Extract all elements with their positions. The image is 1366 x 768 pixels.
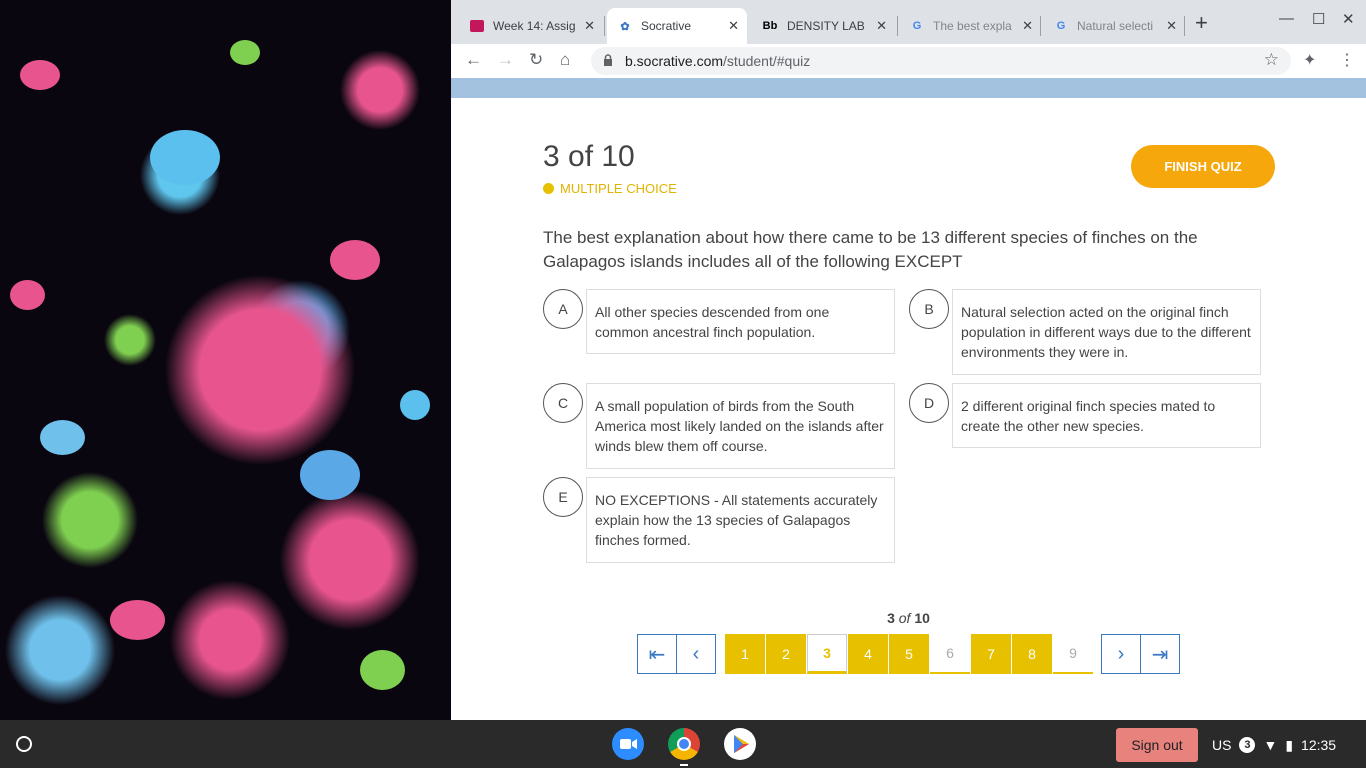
google-icon: G: [1056, 20, 1066, 32]
tab-natural-selection[interactable]: G Natural selecti ✕: [1043, 8, 1185, 44]
home-icon[interactable]: ⌂: [560, 50, 570, 70]
sign-out-button[interactable]: Sign out: [1116, 728, 1198, 762]
extensions-icon[interactable]: ✦: [1303, 50, 1316, 70]
chrome-app-icon[interactable]: [668, 728, 700, 760]
wifi-icon: ▼: [1263, 737, 1278, 753]
blackboard-icon: Bb: [762, 20, 778, 32]
tab-title: Socrative: [641, 19, 692, 33]
answer-text[interactable]: NO EXCEPTIONS - All statements accuratel…: [586, 477, 895, 563]
answer-text[interactable]: All other species descended from one com…: [586, 289, 895, 354]
pager-of: of: [898, 610, 911, 626]
pager-current: 3: [887, 610, 895, 626]
question-type: MULTIPLE CHOICE: [543, 181, 677, 196]
question-type-label: MULTIPLE CHOICE: [560, 181, 677, 196]
question-count: 3 of 10: [543, 140, 635, 173]
close-tab-icon[interactable]: ✕: [728, 18, 739, 34]
zoom-app-icon[interactable]: [612, 728, 644, 760]
answer-letter[interactable]: C: [543, 383, 583, 423]
battery-icon: ▮: [1285, 736, 1294, 753]
answer-letter[interactable]: E: [543, 477, 583, 517]
question-type-dot-icon: [543, 183, 554, 194]
desktop-wallpaper: [0, 0, 451, 720]
page-4-button[interactable]: 4: [848, 634, 888, 674]
address-bar[interactable]: b.socrative.com/student/#quiz ☆: [591, 47, 1291, 75]
tab-best-explanation[interactable]: G The best expla ✕: [899, 8, 1041, 44]
tab-socrative[interactable]: ✿ Socrative ✕: [607, 8, 747, 44]
close-tab-icon[interactable]: ✕: [1022, 18, 1033, 34]
play-store-icon[interactable]: [724, 728, 756, 760]
bookmark-star-icon[interactable]: ☆: [1264, 50, 1279, 70]
page-5-button[interactable]: 5: [889, 634, 929, 674]
close-tab-icon[interactable]: ✕: [876, 18, 887, 34]
lock-icon: [604, 54, 612, 66]
page-1-button[interactable]: 1: [725, 634, 765, 674]
launcher-icon[interactable]: [16, 736, 32, 752]
minimize-icon[interactable]: —: [1279, 10, 1294, 27]
keyboard-locale: US: [1212, 737, 1232, 753]
tab-title: DENSITY LAB: [787, 19, 865, 33]
page-7-button[interactable]: 7: [971, 634, 1011, 674]
tab-week14[interactable]: Week 14: Assig ✕: [459, 8, 603, 44]
previous-page-icon[interactable]: ‹: [676, 634, 716, 674]
google-icon: G: [912, 20, 922, 32]
tab-divider: [897, 16, 898, 36]
pager-total: 10: [914, 610, 930, 626]
next-page-icon[interactable]: ›: [1101, 634, 1141, 674]
first-page-icon[interactable]: ⇤: [637, 634, 677, 674]
tab-title: The best expla: [933, 19, 1012, 33]
menu-dots-icon[interactable]: ⋮: [1339, 50, 1355, 70]
taskbar-shelf: Sign out US 3 ▼ ▮ 12:35: [0, 720, 1366, 768]
page-3-button[interactable]: 3: [807, 634, 847, 674]
tab-title: Week 14: Assig: [493, 19, 576, 33]
tab-strip: Week 14: Assig ✕ ✿ Socrative ✕ Bb DENSIT…: [451, 0, 1366, 44]
forward-arrow-icon[interactable]: →: [497, 50, 514, 70]
close-window-icon[interactable]: ✕: [1342, 10, 1355, 28]
back-arrow-icon[interactable]: ←: [465, 50, 482, 70]
reload-icon[interactable]: ↻: [529, 50, 543, 70]
close-tab-icon[interactable]: ✕: [584, 18, 595, 34]
tab-density-lab[interactable]: Bb DENSITY LAB ✕: [751, 8, 895, 44]
system-tray[interactable]: US 3 ▼ ▮ 12:35: [1212, 728, 1336, 762]
classroom-icon: [469, 18, 485, 34]
answer-letter[interactable]: D: [909, 383, 949, 423]
answer-text[interactable]: A small population of birds from the Sou…: [586, 383, 895, 469]
browser-toolbar: ← → ↻ ⌂ b.socrative.com/student/#quiz ☆ …: [451, 44, 1366, 78]
last-page-icon[interactable]: ⇥: [1140, 634, 1180, 674]
clock: 12:35: [1301, 737, 1337, 753]
quiz-header-banner: [451, 78, 1366, 98]
finish-quiz-button[interactable]: FINISH QUIZ: [1131, 145, 1275, 188]
close-tab-icon[interactable]: ✕: [1166, 18, 1177, 34]
notification-badge: 3: [1239, 737, 1256, 753]
browser-window: Week 14: Assig ✕ ✿ Socrative ✕ Bb DENSIT…: [451, 0, 1366, 720]
pager-position-label: 3 of 10: [451, 610, 1366, 626]
tab-title: Natural selecti: [1077, 19, 1154, 33]
answer-letter[interactable]: A: [543, 289, 583, 329]
tab-divider: [1184, 16, 1185, 36]
answer-text[interactable]: 2 different original finch species mated…: [952, 383, 1261, 448]
tab-divider: [1040, 16, 1041, 36]
question-text: The best explanation about how there cam…: [543, 228, 1198, 271]
maximize-icon[interactable]: ☐: [1312, 10, 1325, 28]
page-8-button[interactable]: 8: [1012, 634, 1052, 674]
quiz-content: 3 of 10 MULTIPLE CHOICE FINISH QUIZ The …: [451, 98, 1366, 720]
page-6-button[interactable]: 6: [930, 634, 970, 674]
page-2-button[interactable]: 2: [766, 634, 806, 674]
answer-text[interactable]: Natural selection acted on the original …: [952, 289, 1261, 375]
socrative-icon: ✿: [620, 20, 630, 33]
answer-letter[interactable]: B: [909, 289, 949, 329]
url-text: b.socrative.com/student/#quiz: [625, 53, 811, 69]
active-app-indicator: [680, 764, 688, 766]
new-tab-button[interactable]: +: [1195, 10, 1208, 36]
page-9-button[interactable]: 9: [1053, 634, 1093, 674]
tab-divider: [604, 16, 605, 36]
